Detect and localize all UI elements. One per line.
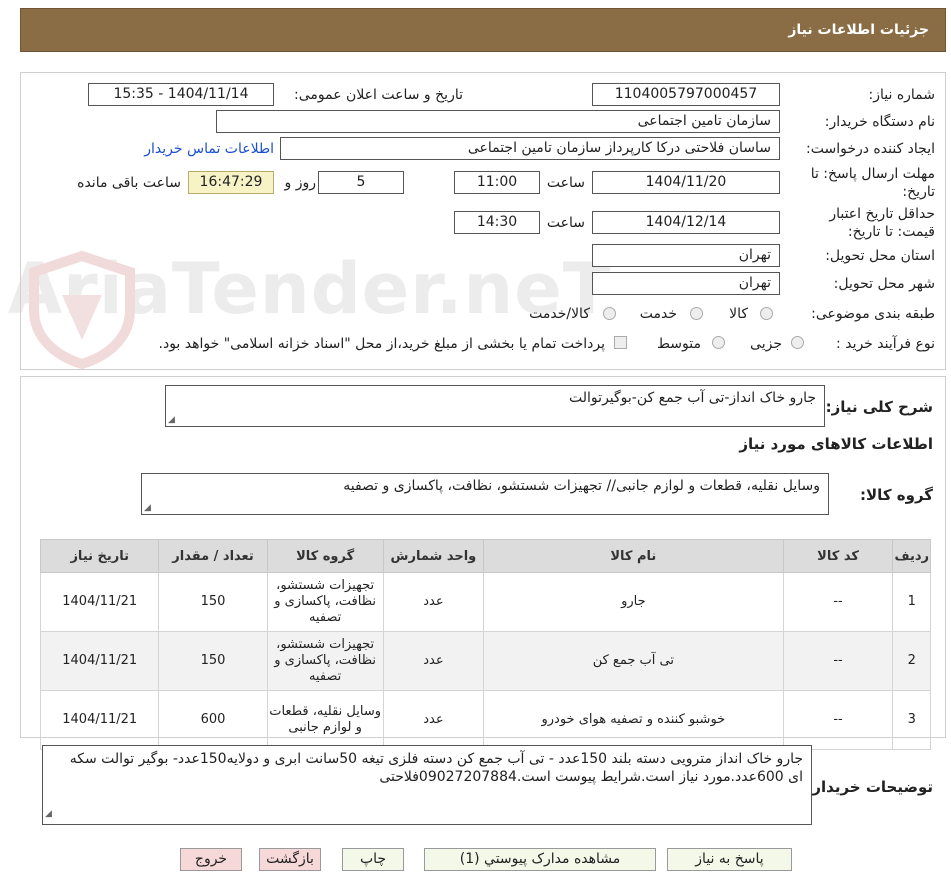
process-minor-label: جزیی <box>750 336 782 352</box>
need-number-label: شماره نیاز: <box>868 87 936 103</box>
validity-time-field: 14:30 <box>454 211 540 234</box>
deadline-time-field: 11:00 <box>454 171 540 194</box>
cell-qty: 600 <box>158 690 268 750</box>
days-field: 5 <box>318 171 404 194</box>
col-qty: تعداد / مقدار <box>158 539 268 573</box>
validity-time-label: ساعت <box>546 215 585 231</box>
goods-table: ردیف کد کالا نام کالا واحد شمارش گروه کا… <box>39 539 931 750</box>
category-goods-radio[interactable] <box>760 307 773 320</box>
summary-textarea[interactable]: جارو خاک انداز-تی آب جمع کن-بوگیرتوالت ◢ <box>165 385 825 427</box>
need-number-field: 1104005797000457 <box>592 83 780 106</box>
page-title: جزئیات اطلاعات نیاز <box>788 22 929 38</box>
cell-group: تجهیزات شستشو، نظافت، پاکسازی و تصفیه <box>266 631 384 691</box>
print-button[interactable]: چاپ <box>342 848 404 871</box>
category-label: طبقه بندی موضوعی: <box>811 306 935 322</box>
cell-name: خوشبو کننده و تصفیه هوای خودرو <box>483 690 784 750</box>
table-row: 3 -- خوشبو کننده و تصفیه هوای خودرو عدد … <box>39 690 931 750</box>
province-field: تهران <box>592 244 780 267</box>
creator-field: ساسان فلاحتی درکا کارپرداز سازمان تامین … <box>280 137 780 160</box>
buyer-org-field: سازمان تامین اجتماعی <box>216 110 780 133</box>
cell-unit: عدد <box>382 631 485 691</box>
province-label: استان محل تحویل: <box>825 248 935 264</box>
view-attachments-button[interactable]: مشاهده مدارک پیوستي (1) <box>424 848 656 871</box>
cell-row: 1 <box>892 572 931 632</box>
remaining-label: ساعت باقی مانده <box>77 175 181 191</box>
buyer-org-label: نام دستگاه خریدار: <box>824 114 935 130</box>
treasury-payment-note: پرداخت تمام یا بخشی از مبلغ خرید،از محل … <box>158 336 605 352</box>
days-label: روز و <box>284 175 317 191</box>
table-header-row: ردیف کد کالا نام کالا واحد شمارش گروه کا… <box>39 539 931 573</box>
category-service-label: خدمت <box>639 306 677 322</box>
announce-field: 1404/11/14 - 15:35 <box>88 83 274 106</box>
cell-date: 1404/11/21 <box>39 690 160 750</box>
col-row: ردیف <box>892 539 931 573</box>
cell-code: -- <box>782 631 894 691</box>
remaining-time-field: 16:47:29 <box>188 171 274 194</box>
category-goods-service-label: کالا/خدمت <box>529 306 590 322</box>
category-goods-service-radio[interactable] <box>603 307 616 320</box>
cell-row: 3 <box>892 690 931 750</box>
buyer-notes-label: توضیحات خریدار: <box>806 778 933 796</box>
buyer-contact-link[interactable]: اطلاعات تماس خریدار <box>144 141 274 157</box>
buyer-notes-textarea[interactable]: جارو خاک انداز مترویی دسته بلند 150عدد -… <box>42 745 812 825</box>
validity-label: حداقل تاریخ اعتبار قیمت: تا تاریخ: <box>829 206 935 240</box>
resize-grip-icon[interactable]: ◢ <box>144 503 151 513</box>
cell-date: 1404/11/21 <box>39 572 160 632</box>
category-service-radio[interactable] <box>690 307 703 320</box>
city-field: تهران <box>592 272 780 295</box>
deadline-label: مهلت ارسال پاسخ: تا تاریخ: <box>810 166 935 200</box>
col-code: کد کالا <box>782 539 894 573</box>
col-unit: واحد شمارش <box>382 539 485 573</box>
cell-code: -- <box>782 690 894 750</box>
process-medium-label: متوسط <box>657 336 701 352</box>
goods-group-label: گروه کالا: <box>860 486 933 504</box>
creator-label: ایجاد کننده درخواست: <box>806 141 935 157</box>
exit-button[interactable]: خروج <box>180 848 242 871</box>
cell-name: تی آب جمع کن <box>483 631 784 691</box>
cell-qty: 150 <box>158 631 268 691</box>
table-row: 1 -- جارو عدد تجهیزات شستشو، نظافت، پاکس… <box>39 572 931 632</box>
cell-code: -- <box>782 572 894 632</box>
treasury-payment-checkbox[interactable] <box>614 336 627 349</box>
validity-date-field: 1404/12/14 <box>592 211 780 234</box>
process-label: نوع فرآیند خرید : <box>836 336 935 352</box>
cell-name: جارو <box>483 572 784 632</box>
cell-group: تجهیزات شستشو، نظافت، پاکسازی و تصفیه <box>266 572 384 632</box>
page-header: جزئیات اطلاعات نیاز <box>20 8 946 52</box>
resize-grip-icon[interactable]: ◢ <box>45 805 52 823</box>
cell-qty: 150 <box>158 572 268 632</box>
deadline-time-label: ساعت <box>546 175 585 191</box>
goods-group-textarea[interactable]: وسایل نقلیه، قطعات و لوازم جانبی// تجهیز… <box>141 473 829 515</box>
table-row: 2 -- تی آب جمع کن عدد تجهیزات شستشو، نظا… <box>39 631 931 691</box>
summary-label: شرح کلی نیاز: <box>825 398 933 416</box>
cell-row: 2 <box>892 631 931 691</box>
cell-unit: عدد <box>382 572 485 632</box>
col-name: نام کالا <box>483 539 784 573</box>
process-medium-radio[interactable] <box>712 336 725 349</box>
reply-button[interactable]: پاسخ به نیاز <box>667 848 792 871</box>
process-minor-radio[interactable] <box>791 336 804 349</box>
summary-text: جارو خاک انداز-تی آب جمع کن-بوگیرتوالت <box>569 390 816 406</box>
announce-label: تاریخ و ساعت اعلان عمومی: <box>294 87 463 103</box>
cell-group: وسایل نقلیه، قطعات و لوازم جانبی <box>266 690 384 750</box>
city-label: شهر محل تحویل: <box>833 276 935 292</box>
category-goods-label: کالا <box>729 306 748 322</box>
cell-date: 1404/11/21 <box>39 631 160 691</box>
back-button[interactable]: بازگشت <box>259 848 321 871</box>
cell-unit: عدد <box>382 690 485 750</box>
buyer-notes-text: جارو خاک انداز مترویی دسته بلند 150عدد -… <box>69 751 803 785</box>
goods-section-title: اطلاعات کالاهای مورد نیاز <box>739 435 933 453</box>
goods-group-text: وسایل نقلیه، قطعات و لوازم جانبی// تجهیز… <box>343 478 820 494</box>
col-group: گروه کالا <box>266 539 384 573</box>
deadline-date-field: 1404/11/20 <box>592 171 780 194</box>
col-date: تاریخ نیاز <box>39 539 160 573</box>
resize-grip-icon[interactable]: ◢ <box>168 415 175 425</box>
